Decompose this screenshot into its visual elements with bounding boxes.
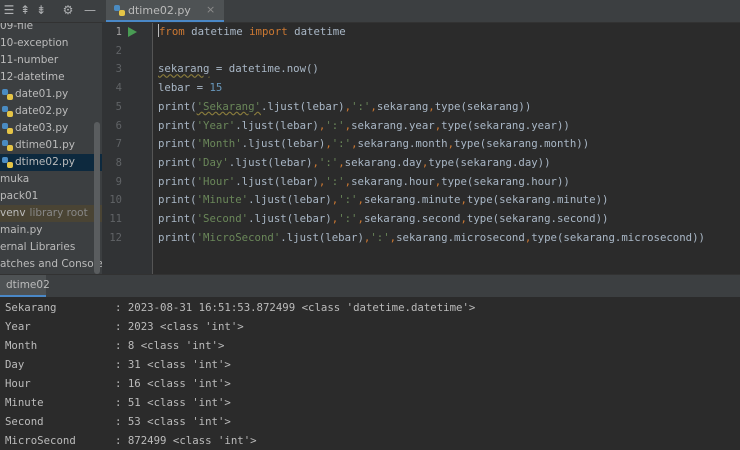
code-line-6: print('Year'.ljust(lebar),':',sekarang.y… [158, 118, 570, 132]
run-output-console[interactable]: Sekarang: 2023-08-31 16:51:53.872499 <cl… [0, 297, 740, 447]
editor-tab-bar: dtime02.py × [106, 0, 740, 23]
output-line: Hour: 16 <class 'int'> [5, 377, 231, 390]
line-number: 6 [115, 119, 122, 132]
sidebar-item-scratches-consoles[interactable]: atches and Consoles [0, 256, 102, 273]
python-file-icon [2, 140, 13, 151]
sidebar-item-10-exception[interactable]: 10-exception [0, 35, 102, 52]
code-line-9: print('Hour'.ljust(lebar),':',sekarang.h… [158, 174, 570, 188]
line-number: 2 [115, 44, 122, 57]
python-file-icon [2, 123, 13, 134]
sidebar-item-venv[interactable]: venv library root [0, 205, 102, 222]
code-line-1: from datetime import datetime [158, 24, 346, 38]
sidebar-item-12-datetime[interactable]: 12-datetime [0, 69, 102, 86]
code-line-7: print('Month'.ljust(lebar),':',sekarang.… [158, 137, 590, 151]
run-panel-header: dtime02 [0, 274, 740, 298]
code-line-10: print('Minute'.ljust(lebar),':',sekarang… [158, 193, 609, 207]
code-line-5: print('Sekarang'.ljust(lebar),':',sekara… [158, 99, 532, 113]
line-number: 8 [115, 156, 122, 169]
line-number: 5 [115, 100, 122, 113]
sidebar-item-muka[interactable]: muka [0, 171, 102, 188]
run-tab-dtime02[interactable]: dtime02 [0, 275, 50, 297]
sidebar-item-main[interactable]: main.py [0, 222, 102, 239]
code-line-8: print('Day'.ljust(lebar),':',sekarang.da… [158, 155, 551, 169]
sidebar-item-date03[interactable]: date03.py [0, 120, 102, 137]
scroll-from-source-icon[interactable]: ☰ [2, 3, 16, 17]
project-sidebar: 09-file 10-exception 11-number 12-dateti… [0, 23, 102, 274]
line-number: 7 [115, 138, 122, 151]
line-number: 11 [109, 213, 122, 225]
output-line: Minute: 51 <class 'int'> [5, 396, 231, 409]
output-line: MicroSecond: 872499 <class 'int'> [5, 434, 257, 447]
line-number: 12 [109, 231, 122, 244]
sidebar-item-external-libraries[interactable]: ernal Libraries [0, 239, 102, 256]
python-file-icon [2, 157, 13, 168]
sidebar-item-09-file[interactable]: 09-file [0, 23, 102, 35]
line-number: 4 [115, 82, 122, 95]
output-line: Second: 53 <class 'int'> [5, 415, 231, 428]
output-line: Year: 2023 <class 'int'> [5, 320, 244, 333]
code-line-12: print('MicroSecond'.ljust(lebar),':',sek… [158, 230, 705, 244]
code-line-3: sekarang = datetime.now() [158, 62, 319, 76]
project-toolbar: ☰ ⇞ ⇟ ⚙ — [0, 0, 106, 23]
line-number: 10 [109, 194, 122, 207]
output-line: Day: 31 <class 'int'> [5, 358, 231, 371]
sidebar-item-11-number[interactable]: 11-number [0, 52, 102, 69]
run-tab-label: dtime02 [6, 279, 50, 291]
sidebar-scrollbar[interactable] [94, 122, 100, 274]
python-file-icon [2, 89, 13, 100]
sidebar-item-dtime01[interactable]: dtime01.py [0, 137, 102, 154]
output-line: Month: 8 <class 'int'> [5, 339, 225, 352]
collapse-all-icon[interactable]: ⇞ [18, 3, 32, 17]
sidebar-item-date01[interactable]: date01.py [0, 86, 102, 103]
editor-tab-dtime02[interactable]: dtime02.py × [106, 0, 224, 22]
settings-gear-icon[interactable]: ⚙ [61, 3, 75, 17]
library-root-hint: library root [29, 207, 88, 219]
python-file-icon [2, 106, 13, 117]
line-number: 3 [115, 63, 122, 76]
close-tab-icon[interactable]: × [206, 3, 215, 16]
sidebar-item-pack01[interactable]: pack01 [0, 188, 102, 205]
expand-all-icon[interactable]: ⇟ [34, 3, 48, 17]
editor-tab-label: dtime02.py [128, 4, 191, 17]
sidebar-item-dtime02[interactable]: dtime02.py [0, 154, 102, 171]
run-arrow-icon[interactable] [128, 27, 137, 37]
code-line-11: print('Second'.ljust(lebar),':',sekarang… [158, 212, 609, 225]
venv-label: venv [0, 207, 26, 219]
line-number: 1 [115, 26, 122, 38]
code-line-4: lebar = 15 [158, 81, 223, 95]
output-line: Sekarang: 2023-08-31 16:51:53.872499 <cl… [5, 301, 476, 314]
line-number: 9 [115, 175, 122, 188]
gutter-separator [152, 23, 153, 274]
sidebar-item-date02[interactable]: date02.py [0, 103, 102, 120]
hide-icon[interactable]: — [83, 3, 97, 17]
python-file-icon [114, 5, 125, 16]
